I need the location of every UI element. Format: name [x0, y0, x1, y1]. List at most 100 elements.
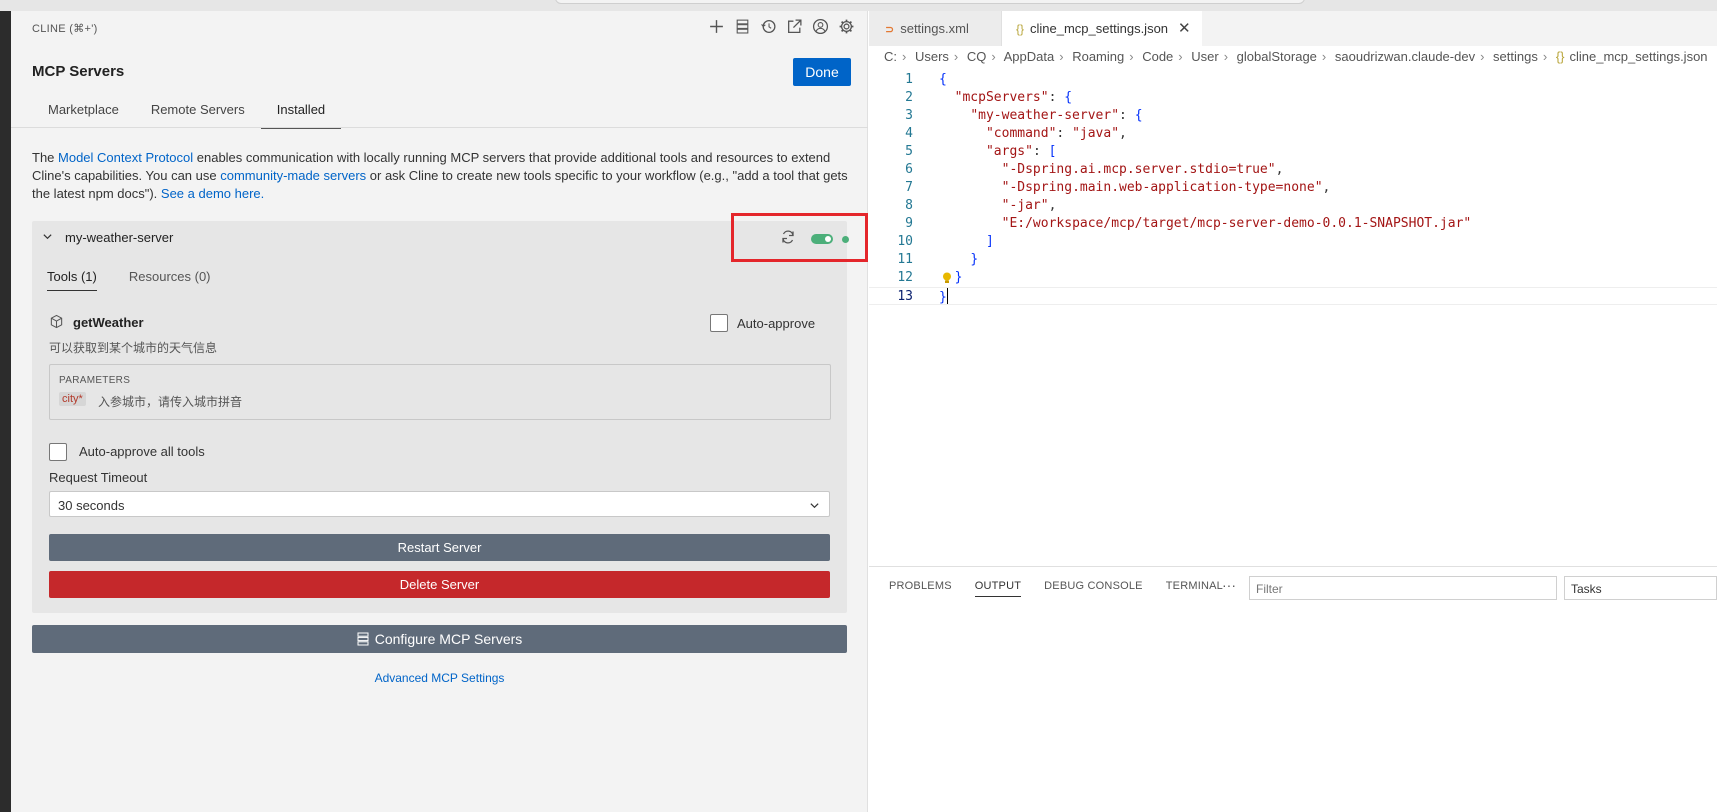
- breadcrumb-item[interactable]: C:: [884, 49, 897, 64]
- tool-name: getWeather: [73, 315, 144, 330]
- code-line: 8 "-jar",: [869, 197, 1717, 215]
- param-name: city*: [59, 392, 86, 406]
- line-number: 10: [897, 234, 913, 249]
- chevron-right-icon: ›: [953, 49, 959, 64]
- refresh-icon[interactable]: [780, 229, 796, 245]
- page-title: MCP Servers: [32, 63, 125, 80]
- code-editor[interactable]: 1{ 2 "mcpServers": { 3 "my-weather-serve…: [869, 71, 1717, 305]
- history-icon[interactable]: [760, 18, 777, 35]
- server-header[interactable]: my-weather-server: [32, 221, 849, 251]
- line-number: 7: [905, 180, 913, 195]
- line-number: 8: [905, 198, 913, 213]
- chevron-right-icon: ›: [1321, 49, 1327, 64]
- mcp-protocol-link[interactable]: Model Context Protocol: [58, 150, 193, 165]
- line-number: 4: [905, 126, 913, 141]
- breadcrumb-item[interactable]: cline_mcp_settings.json: [1570, 49, 1708, 64]
- rss-xml-icon: ⊃: [885, 24, 895, 36]
- breadcrumb-item[interactable]: settings: [1493, 49, 1538, 64]
- code-text: "-jar",: [1001, 198, 1057, 213]
- code-line: 3 "my-weather-server": {: [869, 107, 1717, 125]
- request-timeout-value: 30 seconds: [58, 498, 125, 513]
- chevron-right-icon: ›: [1059, 49, 1064, 64]
- tab-cline-mcp-settings[interactable]: {} cline_mcp_settings.json ✕: [1002, 11, 1202, 46]
- code-line: 13}: [869, 287, 1717, 305]
- delete-server-button[interactable]: Delete Server: [49, 571, 830, 598]
- server-icon: [357, 632, 369, 646]
- breadcrumb-item[interactable]: User: [1191, 49, 1218, 64]
- code-text: }: [939, 288, 948, 305]
- code-line: 9 "E:/workspace/mcp/target/mcp-server-de…: [869, 215, 1717, 233]
- breadcrumb-item[interactable]: CQ: [967, 49, 987, 64]
- tabs-divider: [11, 127, 868, 128]
- code-line: 4 "command": "java",: [869, 125, 1717, 143]
- breadcrumb-item[interactable]: Code: [1142, 49, 1173, 64]
- request-timeout-select[interactable]: 30 seconds: [49, 491, 830, 517]
- parameters-box: PARAMETERS city* 入参城市，请传入城市拼音: [49, 364, 831, 420]
- gear-icon[interactable]: [838, 18, 855, 35]
- code-text: "-Dspring.main.web-application-type=none…: [1001, 180, 1331, 195]
- close-icon[interactable]: ✕: [1178, 11, 1191, 46]
- configure-label: Configure MCP Servers: [374, 631, 523, 647]
- restart-server-button[interactable]: Restart Server: [49, 534, 830, 561]
- advanced-mcp-settings-link[interactable]: Advanced MCP Settings: [11, 671, 868, 685]
- server-enable-toggle[interactable]: [811, 234, 833, 244]
- breadcrumb-item[interactable]: Roaming: [1072, 49, 1124, 64]
- auto-approve-all-checkbox[interactable]: [49, 443, 67, 461]
- line-number: 1: [905, 72, 913, 87]
- activity-bar: [0, 11, 11, 812]
- demo-link[interactable]: See a demo here.: [161, 186, 264, 201]
- tab-installed[interactable]: Installed: [260, 101, 342, 129]
- tab-resources[interactable]: Resources (0): [129, 269, 211, 291]
- code-text: "command": "java",: [985, 126, 1127, 141]
- server-icon[interactable]: [734, 18, 751, 35]
- breadcrumb-item[interactable]: AppData: [1004, 49, 1055, 64]
- code-text: }: [970, 252, 979, 267]
- cube-icon: [50, 314, 63, 329]
- breadcrumb-item[interactable]: Users: [915, 49, 949, 64]
- chevron-down-icon: [810, 503, 819, 509]
- configure-mcp-servers-button[interactable]: Configure MCP Servers: [32, 625, 847, 653]
- code-text: }: [954, 270, 963, 285]
- json-braces-icon: {}: [1555, 49, 1565, 64]
- tab-terminal[interactable]: TERMINAL: [1166, 580, 1223, 597]
- output-filter-input[interactable]: Filter: [1249, 576, 1557, 600]
- community-servers-link[interactable]: community-made servers: [220, 168, 366, 183]
- editor-area: ⊃ settings.xml {} cline_mcp_settings.json ✕…: [869, 11, 1717, 812]
- output-channel-select[interactable]: Tasks: [1564, 576, 1717, 600]
- command-center[interactable]: [555, 0, 1305, 4]
- code-text: "-Dspring.ai.mcp.server.stdio=true",: [1001, 162, 1284, 177]
- account-icon[interactable]: [812, 18, 829, 35]
- tab-remote-servers[interactable]: Remote Servers: [135, 101, 261, 129]
- parameters-title: PARAMETERS: [59, 375, 131, 386]
- breadcrumb-item[interactable]: globalStorage: [1237, 49, 1317, 64]
- plus-icon[interactable]: [708, 18, 725, 35]
- request-timeout-label: Request Timeout: [49, 470, 148, 485]
- param-description: 入参城市，请传入城市拼音: [98, 395, 243, 409]
- tab-marketplace[interactable]: Marketplace: [32, 101, 135, 129]
- text-cursor: [946, 288, 948, 304]
- editor-tabbar: ⊃ settings.xml {} cline_mcp_settings.json ✕: [869, 11, 1717, 46]
- bottom-panel: PROBLEMS OUTPUT DEBUG CONSOLE TERMINAL ·…: [869, 566, 1717, 812]
- done-button[interactable]: Done: [793, 58, 851, 86]
- code-line: 6 "-Dspring.ai.mcp.server.stdio=true",: [869, 161, 1717, 179]
- auto-approve-label: Auto-approve: [737, 316, 816, 331]
- code-text: "args": [: [985, 144, 1057, 159]
- open-external-icon[interactable]: [786, 18, 803, 35]
- tool-description: 可以获取到某个城市的天气信息: [49, 341, 218, 355]
- chevron-down-icon[interactable]: [42, 231, 53, 242]
- tab-problems[interactable]: PROBLEMS: [889, 580, 952, 597]
- auto-approve-checkbox[interactable]: [710, 314, 728, 332]
- status-indicator: [842, 236, 849, 243]
- chevron-right-icon: ›: [1129, 49, 1134, 64]
- tab-settings-xml[interactable]: ⊃ settings.xml: [869, 11, 1002, 46]
- tab-output[interactable]: OUTPUT: [974, 580, 1022, 597]
- tab-debug-console[interactable]: DEBUG CONSOLE: [1044, 580, 1143, 597]
- code-line: 1{: [869, 71, 1717, 89]
- line-number: 13: [897, 289, 913, 304]
- code-text: "my-weather-server": {: [970, 108, 1143, 123]
- tab-tools[interactable]: Tools (1): [47, 269, 97, 291]
- line-number: 12: [897, 270, 913, 285]
- more-icon[interactable]: ···: [1222, 577, 1236, 593]
- code-line: 2 "mcpServers": {: [869, 89, 1717, 107]
- breadcrumb-item[interactable]: saoudrizwan.claude-dev: [1335, 49, 1475, 64]
